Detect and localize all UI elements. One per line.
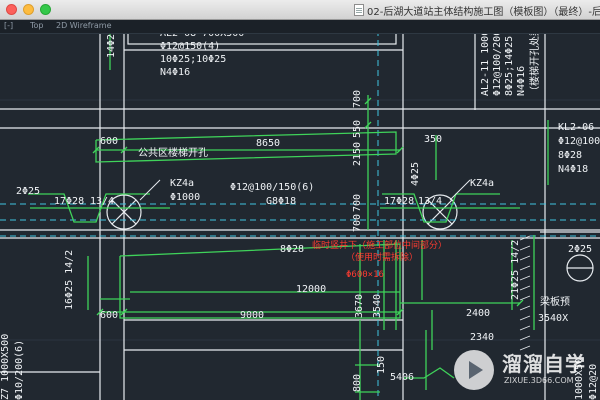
top-right-vertical-2: Φ12@100/200	[492, 30, 503, 96]
watermark-play-icon	[454, 350, 494, 390]
watermark-url: ZIXUE.3D66.COM	[504, 376, 574, 385]
lower-8phi28: 8Φ28	[280, 244, 304, 255]
dim-600-upper: 600	[100, 136, 118, 147]
kz4a-right-label: KZ4a	[470, 178, 494, 189]
right-2phi25: 2Φ25	[568, 244, 592, 255]
right-label-2: Φ12@100	[558, 136, 600, 147]
dim-8650: 8650	[256, 138, 280, 149]
bottom-dim-150: 150	[376, 356, 387, 374]
vertical-dim-2150: 2150	[352, 142, 363, 166]
bar-left-label: 17Φ28	[54, 196, 84, 207]
opening-label: 公共区楼梯开孔	[138, 146, 208, 159]
cad-drawing[interactable]: AL2-08 700X500 Φ12@150(4) 10Φ25;10Φ25 N4…	[0, 20, 600, 400]
right-label-3: 8Φ28	[558, 150, 582, 161]
right-vertical-label: 21Φ25 14/2	[510, 240, 521, 300]
bottom-left-label-2: Φ10/200(6)	[14, 340, 25, 400]
document-icon	[354, 4, 364, 16]
vertical-dim-550: 550	[352, 120, 363, 138]
drawing-canvas[interactable]: AL2-08 700X500 Φ12@150(4) 10Φ25;10Φ25 N4…	[0, 20, 600, 400]
beam-dim: 3540X	[538, 313, 568, 324]
cut-off-dim: 2340	[470, 332, 494, 343]
bottom-dim-800: 800	[352, 374, 363, 392]
section-symbol[interactable]	[566, 254, 594, 282]
top-right-vertical-4: N4Φ16	[516, 66, 527, 96]
vertical-dim-700-c: 700	[352, 214, 363, 232]
dim-600-lower: 600	[100, 310, 118, 321]
left-vertical-label: 16Φ25 14/2	[64, 250, 75, 310]
top-right-vertical-1: AL2-11 1000	[480, 30, 491, 96]
close-window-button[interactable]	[6, 4, 17, 15]
red-note-1: 临时竖井下（施工部位中间部分）	[312, 239, 447, 251]
vertical-dim-700-b: 700	[352, 194, 363, 212]
dim-2400: 2400	[466, 308, 490, 319]
kz4a-left-label: KZ4a	[170, 178, 194, 189]
watermark: 溜溜自学 ZIXUE.3D66.COM	[450, 346, 600, 400]
visual-style-label[interactable]: 2D Wireframe	[56, 21, 112, 30]
reinforcement-lines	[28, 22, 549, 400]
column-hatching	[519, 235, 531, 351]
left-2phi25: 2Φ25	[16, 186, 40, 197]
dim-9000: 9000	[240, 310, 264, 321]
title-bar: 02-后湖大道站主体结构施工图（模板图）（最终）-后湖	[0, 0, 600, 20]
dim-350: 350	[424, 134, 442, 145]
top-right-vertical-3: 8Φ25;14Φ25	[504, 36, 515, 96]
cad-window: 02-后湖大道站主体结构施工图（模板图）（最终）-后湖 Φ12@150(4) 1…	[0, 0, 600, 400]
dim-3540: 3540	[372, 294, 383, 318]
bottom-left-label-1: Z7 1000X500	[0, 334, 11, 400]
red-annotations: 临时竖井下（施工部位中间部分） （使用时需拆除） Φ600×16	[312, 239, 447, 280]
dim-3670: 3670	[354, 294, 365, 318]
dimension-ticks	[92, 97, 524, 316]
window-title: 02-后湖大道站主体结构施工图（模板图）（最终）-后湖	[367, 7, 600, 18]
top-left-label-3: 10Φ25;10Φ25	[160, 54, 226, 65]
bar-right-label: 17Φ28	[384, 196, 414, 207]
mid-vertical-4phi25: 4Φ25	[410, 162, 421, 186]
top-left-label-2: Φ12@150(4)	[160, 41, 220, 52]
zoom-window-button[interactable]	[40, 4, 51, 15]
beam-note: 梁板预	[540, 295, 570, 308]
bar-left-count: 13/4	[90, 196, 114, 207]
watermark-brand: 溜溜自学	[502, 352, 586, 376]
view-cube-label[interactable]: Top	[30, 21, 44, 30]
vertical-labels: 14Φ25 AL2-11 1000 Φ12@100/200 8Φ25;14Φ25…	[0, 20, 599, 400]
top-left-label-4: N4Φ16	[160, 67, 190, 78]
right-label-4: N4Φ18	[558, 164, 588, 175]
red-note-2: （使用时需拆除）	[346, 251, 418, 263]
viewport-control-menu[interactable]: [-]	[4, 21, 13, 30]
center-rebar-2: G8Φ18	[266, 196, 296, 207]
vertical-dim-700: 700	[352, 90, 363, 108]
right-label-1: KL2-06	[558, 122, 594, 133]
dim-12000: 12000	[296, 284, 326, 295]
minimize-window-button[interactable]	[23, 4, 34, 15]
bottom-dim-5406: 5406	[390, 372, 414, 383]
kz4a-left-size: Φ1000	[170, 192, 200, 203]
red-pipe-label: Φ600×16	[346, 270, 384, 280]
bar-right-count: 13/4	[418, 196, 442, 207]
center-rebar-1: Φ12@100/150(6)	[230, 182, 314, 193]
viewport-controls[interactable]: [-] Top 2D Wireframe	[0, 20, 600, 34]
